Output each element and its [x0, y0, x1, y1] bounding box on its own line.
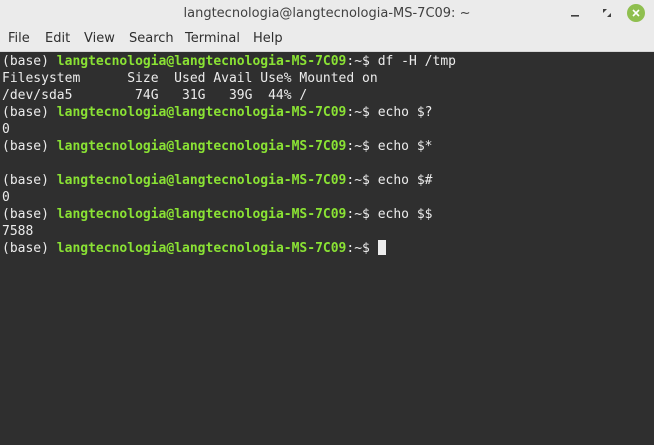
prompt-line: (base) langtecnologia@langtecnologia-MS-… [2, 172, 433, 189]
prompt-line: (base) langtecnologia@langtecnologia-MS-… [2, 206, 433, 223]
menu-file[interactable]: File [8, 27, 30, 51]
command-text [370, 241, 378, 256]
command-text: echo $$ [369, 207, 433, 222]
menu-bar: File Edit View Search Terminal Help [0, 27, 654, 52]
command-text: echo $? [369, 105, 433, 120]
user-host: langtecnologia@langtecnologia-MS-7C09 [56, 139, 347, 154]
terminal-window: langtecnologia@langtecnologia-MS-7C09: ~… [0, 0, 654, 445]
output-line: Filesystem Size Used Avail Use% Mounted … [2, 71, 378, 86]
menu-help[interactable]: Help [253, 27, 283, 51]
minimize-icon [571, 15, 579, 17]
conda-env: (base) [2, 241, 57, 256]
menu-view[interactable]: View [84, 27, 115, 51]
terminal-output[interactable]: (base) langtecnologia@langtecnologia-MS-… [0, 52, 654, 445]
close-icon [632, 9, 640, 17]
maximize-button[interactable] [598, 4, 616, 22]
prompt-line: (base) langtecnologia@langtecnologia-MS-… [2, 104, 433, 121]
user-host: langtecnologia@langtecnologia-MS-7C09 [56, 207, 347, 222]
conda-env: (base) [2, 139, 57, 154]
user-host: langtecnologia@langtecnologia-MS-7C09 [56, 54, 347, 69]
conda-env: (base) [2, 105, 57, 120]
output-line: 7588 [2, 224, 34, 239]
output-line: /dev/sda5 74G 31G 39G 44% / [2, 88, 308, 103]
menu-terminal[interactable]: Terminal [185, 27, 240, 51]
conda-env: (base) [2, 173, 57, 188]
prompt-path: :~$ [346, 139, 370, 154]
user-host: langtecnologia@langtecnologia-MS-7C09 [56, 241, 347, 256]
conda-env: (base) [2, 54, 57, 69]
prompt-path: :~$ [346, 241, 370, 256]
prompt-line: (base) langtecnologia@langtecnologia-MS-… [2, 240, 386, 257]
menu-edit[interactable]: Edit [45, 27, 70, 51]
title-bar[interactable]: langtecnologia@langtecnologia-MS-7C09: ~ [0, 0, 654, 27]
prompt-path: :~$ [346, 207, 370, 222]
prompt-path: :~$ [346, 105, 370, 120]
output-line: 0 [2, 122, 10, 137]
window-title: langtecnologia@langtecnologia-MS-7C09: ~ [183, 6, 471, 21]
prompt-path: :~$ [346, 173, 370, 188]
user-host: langtecnologia@langtecnologia-MS-7C09 [56, 105, 347, 120]
menu-search[interactable]: Search [129, 27, 174, 51]
command-text: df -H /tmp [369, 54, 456, 69]
minimize-button[interactable] [566, 4, 584, 22]
command-text: echo $* [369, 139, 433, 154]
close-button[interactable] [627, 4, 645, 22]
command-text: echo $# [369, 173, 433, 188]
conda-env: (base) [2, 207, 57, 222]
prompt-line: (base) langtecnologia@langtecnologia-MS-… [2, 138, 433, 155]
restore-icon [603, 9, 611, 17]
output-line: 0 [2, 190, 10, 205]
user-host: langtecnologia@langtecnologia-MS-7C09 [56, 173, 347, 188]
prompt-line: (base) langtecnologia@langtecnologia-MS-… [2, 53, 456, 70]
text-cursor[interactable] [377, 240, 386, 255]
prompt-path: :~$ [346, 54, 370, 69]
